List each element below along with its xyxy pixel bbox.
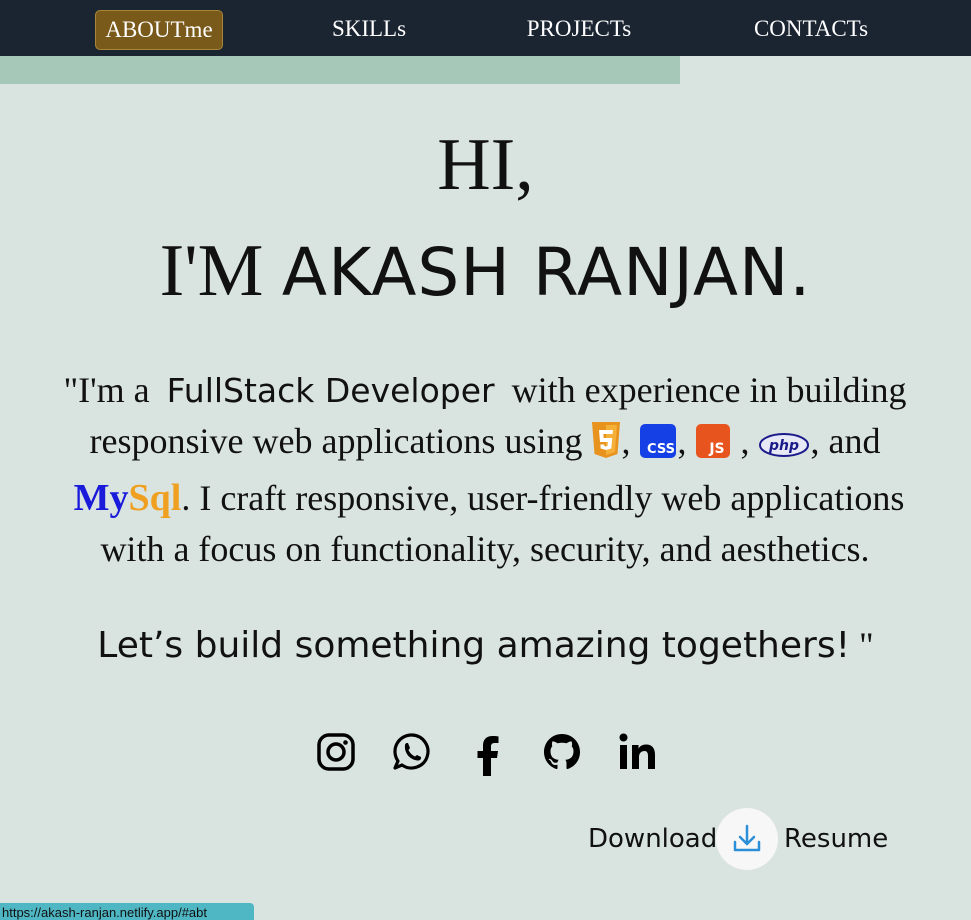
social-links xyxy=(316,732,676,782)
svg-text:CSS: CSS xyxy=(648,442,676,457)
html5-icon xyxy=(591,421,621,473)
download-resume-button[interactable] xyxy=(716,808,778,870)
css3-icon: CSS xyxy=(639,422,677,473)
intro-paragraph: "I'm a FullStack Developer with experien… xyxy=(40,365,930,575)
cta-quote: " xyxy=(850,625,874,665)
intro-text-3: . I craft responsive, user-friendly web … xyxy=(100,478,905,569)
svg-text:JS: JS xyxy=(709,441,725,457)
mysql-my: My xyxy=(73,477,129,519)
linkedin-icon[interactable] xyxy=(618,732,662,776)
svg-text:php: php xyxy=(768,438,799,454)
intro-text-1: "I'm a xyxy=(63,370,150,410)
whatsapp-icon[interactable] xyxy=(392,732,436,776)
facebook-icon[interactable] xyxy=(468,732,512,776)
mysql-logo: MySql xyxy=(73,477,182,519)
hero-im: I'M xyxy=(159,230,282,312)
resume-label: Resume xyxy=(784,824,889,854)
download-icon xyxy=(733,824,761,852)
status-bar-url: https://akash-ranjan.netlify.app/#abt xyxy=(0,903,254,920)
mysql-sql: Sql xyxy=(128,477,182,519)
comma-3: , xyxy=(740,421,750,461)
instagram-icon[interactable] xyxy=(316,732,360,776)
hero-greeting: HI, xyxy=(437,124,534,206)
comma-1: , xyxy=(621,421,631,461)
nav-projects[interactable]: PROJECTs xyxy=(513,10,645,48)
comma-2: , xyxy=(677,421,687,461)
top-navbar: ABOUTme SKILLs PROJECTs CONTACTs xyxy=(0,0,971,56)
cta-line: Let’s build something amazing togethers!… xyxy=(0,620,971,671)
nav-about[interactable]: ABOUTme xyxy=(95,10,223,50)
intro-role: FullStack Developer xyxy=(166,371,495,410)
cta-text: Let’s build something amazing togethers! xyxy=(97,625,851,666)
nav-skills[interactable]: SKILLs xyxy=(318,10,420,48)
javascript-icon: JS xyxy=(695,422,731,473)
download-resume: Download Resume xyxy=(588,808,888,870)
php-icon: php xyxy=(758,422,810,473)
comma-and: , and xyxy=(810,421,881,461)
hero-name-line: I'M AKASH RANJAN. xyxy=(0,225,971,318)
hero-name: AKASH RANJAN. xyxy=(281,234,812,311)
nav-contacts[interactable]: CONTACTs xyxy=(743,10,879,48)
github-icon[interactable] xyxy=(542,732,586,776)
scroll-progress-bar xyxy=(0,56,680,84)
download-label: Download xyxy=(588,824,718,854)
